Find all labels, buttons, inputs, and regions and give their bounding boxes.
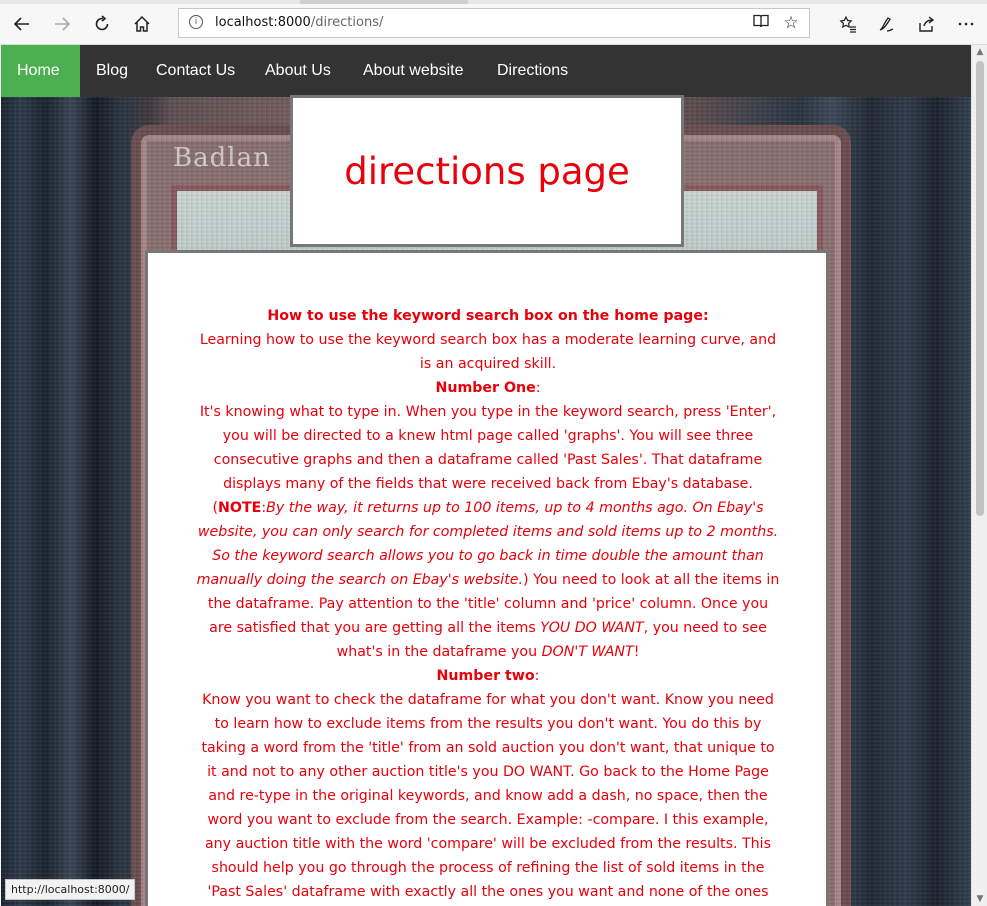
page-title: directions page [344, 149, 630, 193]
favorite-star-icon[interactable]: ☆ [781, 13, 801, 33]
browser-window: i localhost:8000/directions/ ☆ Badlan Ho… [0, 0, 987, 906]
dont-want-emphasis: DON'T WANT [541, 644, 634, 660]
url-host: localhost:8000 [215, 15, 311, 30]
directions-text: How to use the keyword search box on the… [196, 308, 780, 900]
nav-directions[interactable]: Directions [481, 45, 584, 97]
browser-toolbar: i localhost:8000/directions/ ☆ [0, 4, 987, 45]
address-bar[interactable]: i localhost:8000/directions/ ☆ [178, 8, 810, 38]
step-one-label: Number One [435, 380, 536, 396]
site-nav: Home Blog Contact Us About Us About webs… [1, 45, 971, 97]
more-dots-icon[interactable] [950, 8, 982, 40]
home-icon[interactable] [126, 8, 158, 40]
nav-blog[interactable]: Blog [80, 45, 144, 97]
do-want-emphasis: YOU DO WANT [540, 620, 644, 636]
scrollbar-thumb[interactable] [976, 61, 984, 516]
intro-text: Learning how to use the keyword search b… [199, 332, 777, 372]
pen-icon[interactable] [870, 8, 902, 40]
directions-content-box: How to use the keyword search box on the… [145, 250, 829, 906]
forward-arrow-icon[interactable] [46, 8, 78, 40]
url-text[interactable]: localhost:8000/directions/ [215, 15, 383, 30]
favorites-list-icon[interactable] [832, 8, 864, 40]
page-title-box: directions page [290, 95, 684, 247]
nav-about-website[interactable]: About website [347, 45, 480, 97]
site-info-icon[interactable]: i [189, 15, 203, 29]
step-one-text: It's knowing what to type in. When you t… [199, 404, 777, 492]
nav-contact-us[interactable]: Contact Us [140, 45, 251, 97]
scroll-up-arrow-icon[interactable]: ▲ [975, 47, 985, 57]
back-arrow-icon[interactable] [6, 8, 38, 40]
step-two-text: Know you want to check the dataframe for… [201, 692, 775, 900]
nav-about-us[interactable]: About Us [249, 45, 347, 97]
note-label: NOTE [218, 500, 262, 516]
status-url-tooltip: http://localhost:8000/ [5, 879, 136, 900]
url-path: /directions/ [310, 15, 384, 30]
vertical-scrollbar[interactable]: ▲ ▼ [971, 45, 987, 906]
directions-heading: How to use the keyword search box on the… [267, 308, 709, 324]
step-one-end: ! [633, 644, 640, 660]
refresh-icon[interactable] [86, 8, 118, 40]
nav-home[interactable]: Home [1, 45, 80, 97]
step-two-label: Number two [436, 668, 535, 684]
scroll-down-arrow-icon[interactable]: ▼ [975, 894, 985, 904]
share-icon[interactable] [910, 8, 942, 40]
reading-view-icon[interactable] [751, 13, 771, 33]
